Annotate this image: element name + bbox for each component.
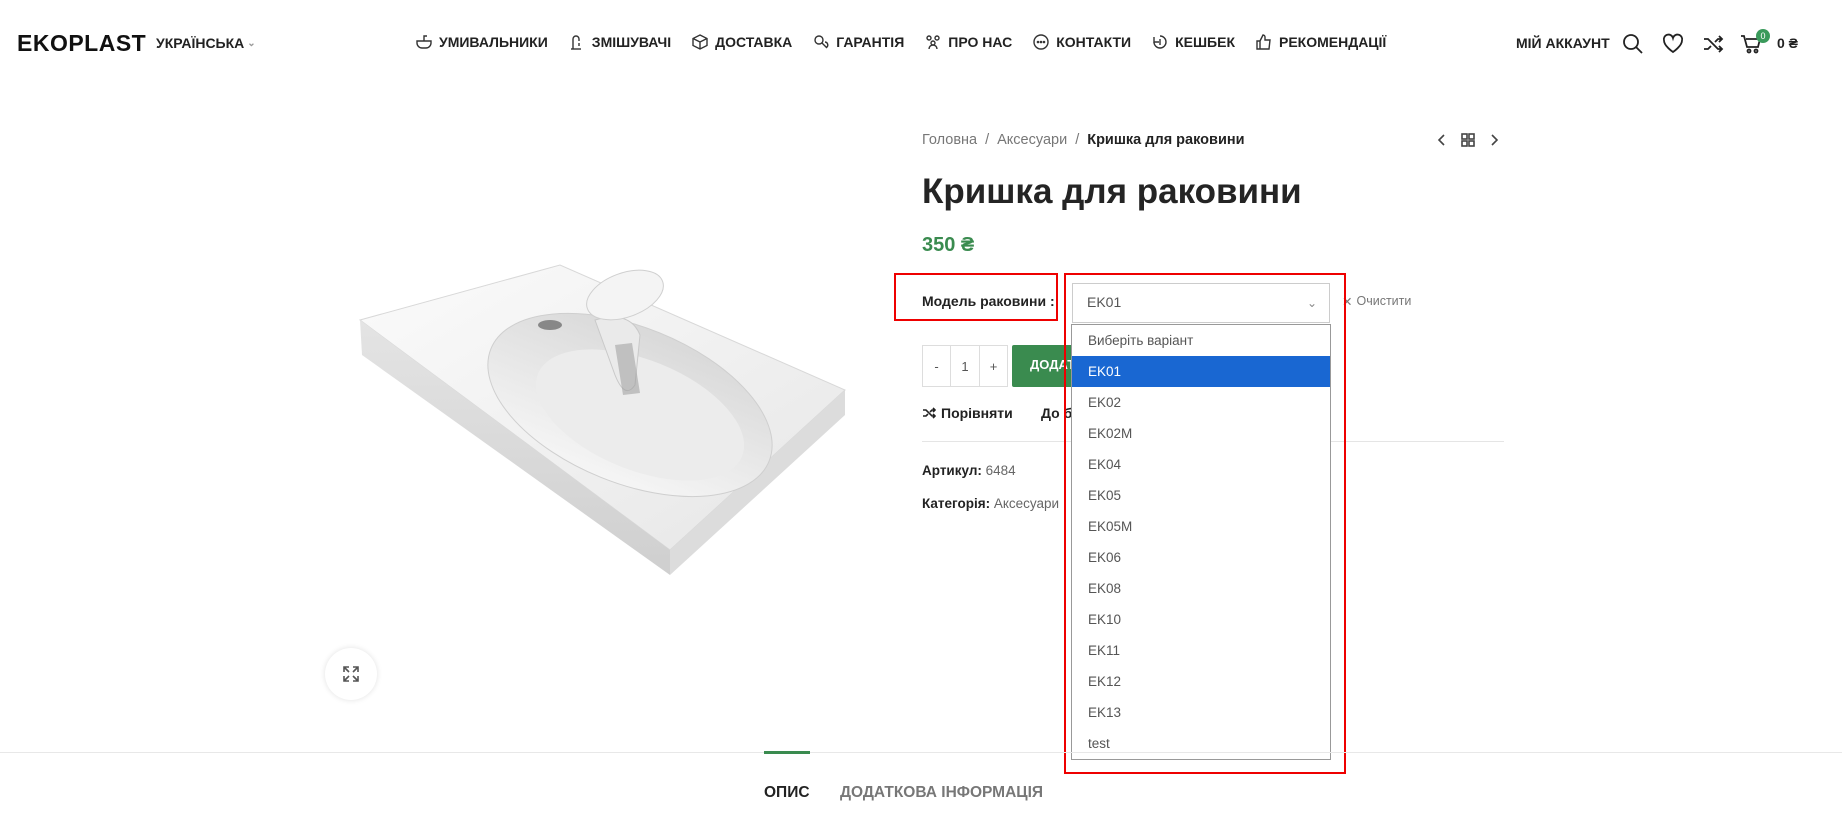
quantity-decrease-button[interactable]: -	[923, 346, 950, 386]
main-nav: УМИВАЛЬНИКИ ЗМІШУВАЧІ ДОСТАВКА ГАРАНТІЯ …	[415, 33, 1386, 51]
nav-label: ПРО НАС	[948, 34, 1013, 50]
breadcrumb: Головна / Аксесуари / Кришка для раковин…	[922, 132, 1245, 148]
product-price: 350 ₴	[922, 234, 975, 256]
category-value[interactable]: Аксесуари	[994, 496, 1059, 511]
compare-label: Порівняти	[941, 405, 1013, 421]
site-header: EKOPLAST УКРАЇНСЬКА ⌄ УМИВАЛЬНИКИ ЗМІШУВ…	[0, 0, 1842, 86]
quantity-stepper: - 1 +	[922, 345, 1008, 387]
grid-icon[interactable]	[1460, 132, 1476, 148]
sink-icon	[416, 35, 432, 49]
language-switcher[interactable]: УКРАЇНСЬКА ⌄	[156, 35, 256, 51]
expand-image-button[interactable]	[325, 648, 377, 700]
quantity-increase-button[interactable]: +	[980, 346, 1007, 386]
nav-item-guarantee[interactable]: ГАРАНТІЯ	[812, 33, 904, 51]
nav-label: УМИВАЛЬНИКИ	[439, 34, 548, 50]
highlight-box-label	[894, 273, 1058, 321]
compare-shuffle-icon	[923, 407, 936, 419]
clear-selection-link[interactable]: ✕ Очистити	[1342, 294, 1411, 309]
cart-count-badge: 0	[1756, 29, 1770, 43]
chat-icon	[1033, 34, 1049, 50]
breadcrumb-separator: /	[985, 132, 990, 148]
breadcrumb-category[interactable]: Аксесуари	[997, 132, 1067, 148]
guarantee-icon	[814, 35, 829, 49]
product-image[interactable]	[340, 225, 852, 615]
highlight-box-dropdown	[1064, 273, 1346, 774]
nav-item-about[interactable]: ПРО НАС	[924, 33, 1012, 51]
nav-item-sinks[interactable]: УМИВАЛЬНИКИ	[415, 33, 548, 51]
expand-icon	[343, 666, 359, 682]
tabs-divider	[0, 752, 1842, 753]
nav-item-cashback[interactable]: КЕШБЕК	[1151, 33, 1235, 51]
quantity-input[interactable]: 1	[950, 346, 980, 386]
my-account-link[interactable]: МІЙ АККАУНТ	[1516, 35, 1610, 51]
search-icon[interactable]	[1622, 33, 1644, 55]
nav-item-delivery[interactable]: ДОСТАВКА	[691, 33, 792, 51]
tab-description[interactable]: ОПИС	[764, 784, 810, 802]
nav-item-contacts[interactable]: КОНТАКТИ	[1032, 33, 1131, 51]
product-sku: Артикул: 6484	[922, 463, 1016, 478]
nav-label: КЕШБЕК	[1175, 34, 1235, 50]
chevron-left-icon[interactable]	[1434, 132, 1450, 148]
nav-label: РЕКОМЕНДАЦІЇ	[1279, 34, 1387, 50]
box-icon	[692, 34, 708, 50]
cashback-icon	[1153, 35, 1167, 49]
product-navigation	[1434, 132, 1502, 148]
thumbs-up-icon	[1256, 34, 1271, 50]
product-category: Категорія: Аксесуари	[922, 496, 1059, 511]
faucet-icon	[570, 35, 581, 50]
nav-label: ЗМІШУВАЧІ	[591, 34, 672, 50]
tab-additional-info[interactable]: ДОДАТКОВА ІНФОРМАЦІЯ	[840, 784, 1043, 802]
language-label: УКРАЇНСЬКА	[156, 35, 245, 51]
nav-item-recommendations[interactable]: РЕКОМЕНДАЦІЇ	[1255, 33, 1386, 51]
nav-label: ГАРАНТІЯ	[836, 34, 905, 50]
tab-active-indicator	[764, 751, 810, 754]
breadcrumb-current: Кришка для раковини	[1087, 132, 1245, 148]
sku-value: 6484	[985, 463, 1016, 478]
nav-label: КОНТАКТИ	[1056, 34, 1132, 50]
site-logo[interactable]: EKOPLAST	[17, 30, 146, 57]
chevron-right-icon[interactable]	[1486, 132, 1502, 148]
breadcrumb-separator: /	[1075, 132, 1080, 148]
breadcrumb-home[interactable]: Головна	[922, 132, 977, 148]
category-label: Категорія:	[922, 496, 991, 511]
sku-label: Артикул:	[922, 463, 982, 478]
people-icon	[926, 35, 940, 50]
nav-item-mixers[interactable]: ЗМІШУВАЧІ	[568, 33, 671, 51]
compare-shuffle-icon[interactable]	[1702, 33, 1724, 55]
nav-label: ДОСТАВКА	[715, 34, 793, 50]
clear-label: Очистити	[1356, 294, 1412, 308]
product-title: Кришка для раковини	[922, 172, 1302, 211]
chevron-down-icon: ⌄	[247, 37, 256, 49]
cart-total[interactable]: 0 ₴	[1777, 35, 1798, 51]
compare-link[interactable]: Порівняти	[922, 405, 1013, 421]
wishlist-heart-icon[interactable]	[1662, 33, 1684, 55]
